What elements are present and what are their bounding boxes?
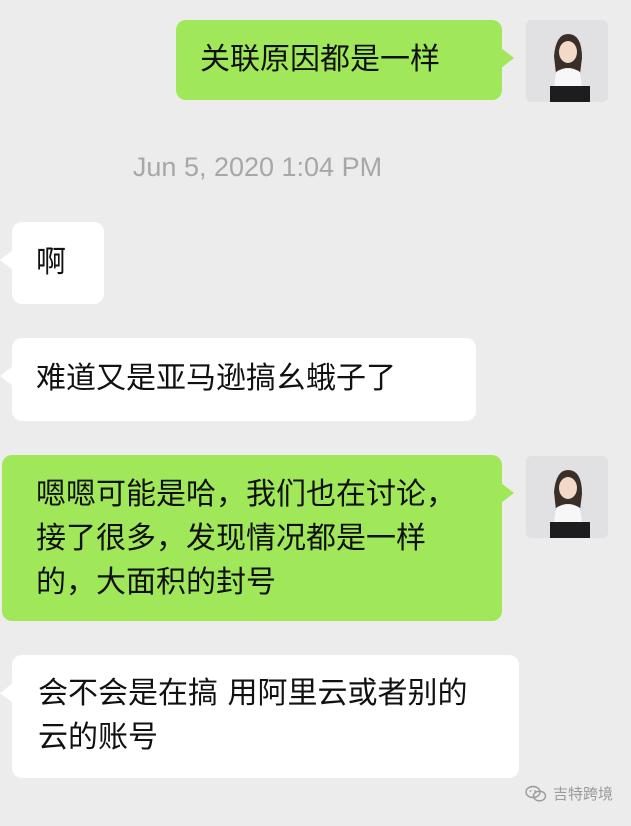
watermark: 吉特跨境 [525, 783, 613, 804]
timestamp: Jun 5, 2020 1:04 PM [132, 152, 383, 182]
message-text: 嗯嗯可能是哈，我们也在讨论，接了很多，发现情况都是一样的，大面积的封号 [36, 477, 456, 600]
message-text: 关联原因都是一样 [200, 42, 440, 77]
message-text: 难道又是亚马逊搞幺蛾子了 [36, 361, 396, 396]
user-photo-icon [526, 20, 608, 102]
user-photo-icon [526, 456, 608, 538]
received-message-bubble[interactable]: 啊 [0, 222, 104, 304]
received-message-bubble[interactable]: 难道又是亚马逊搞幺蛾子了 [0, 338, 476, 421]
sent-message-bubble[interactable]: 关联原因都是一样 [176, 20, 514, 100]
message-text: 啊 [36, 245, 66, 280]
received-message-bubble[interactable]: 会不会是在搞 用阿里云或者别的云的账号 [0, 655, 519, 778]
avatar[interactable] [526, 456, 608, 538]
watermark-text: 吉特跨境 [552, 785, 613, 803]
sent-message-bubble[interactable]: 嗯嗯可能是哈，我们也在讨论，接了很多，发现情况都是一样的，大面积的封号 [2, 455, 514, 621]
wechat-icon [525, 785, 547, 802]
avatar[interactable] [526, 20, 608, 102]
message-text: 会不会是在搞 用阿里云或者别的云的账号 [38, 676, 468, 755]
